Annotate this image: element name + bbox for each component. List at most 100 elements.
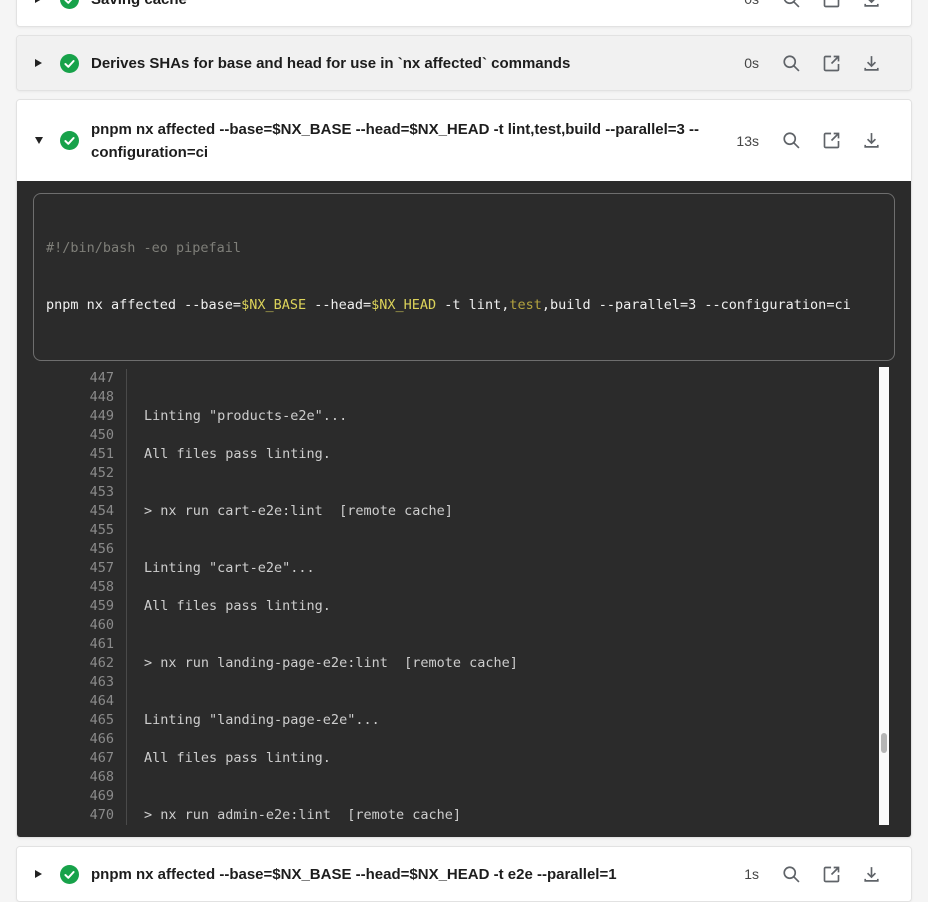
log-line: 468 xyxy=(33,768,895,787)
command-line: pnpm nx affected --base=$NX_BASE --head=… xyxy=(46,296,882,315)
log-line-number: 469 xyxy=(33,787,114,806)
log-line: 462 > nx run landing-page-e2e:lint [remot… xyxy=(33,654,895,673)
search-icon[interactable] xyxy=(771,123,811,159)
log-line-number: 467 xyxy=(33,749,114,768)
log-line-text xyxy=(126,635,144,654)
log-line: 469 xyxy=(33,787,895,806)
step-header-derive-shas[interactable]: Derives SHAs for base and head for use i… xyxy=(17,36,911,90)
log-line: 458 xyxy=(33,578,895,597)
log-line-number: 456 xyxy=(33,540,114,559)
log-line-number: 447 xyxy=(33,369,114,388)
log-scrollbar-thumb[interactable] xyxy=(881,733,887,753)
external-link-icon[interactable] xyxy=(811,123,851,159)
log-line-number: 462 xyxy=(33,654,114,673)
search-icon[interactable] xyxy=(771,856,811,892)
external-link-icon[interactable] xyxy=(811,0,851,17)
chevron-right-icon[interactable] xyxy=(35,59,47,67)
log-line-number: 454 xyxy=(33,502,114,521)
log-line-text xyxy=(126,369,144,388)
command-box: #!/bin/bash -eo pipefail pnpm nx affecte… xyxy=(33,193,895,361)
download-icon[interactable] xyxy=(851,123,891,159)
log-line-number: 466 xyxy=(33,730,114,749)
log-line: 459 All files pass linting. xyxy=(33,597,895,616)
step-card-derive-shas: Derives SHAs for base and head for use i… xyxy=(16,35,912,91)
check-circle-icon xyxy=(60,865,79,884)
log-line-number: 449 xyxy=(33,407,114,426)
step-title: pnpm nx affected --base=$NX_BASE --head=… xyxy=(91,863,725,886)
log-line-text xyxy=(126,521,144,540)
log-line-number: 448 xyxy=(33,388,114,407)
log-line: 465 Linting "landing-page-e2e"... xyxy=(33,711,895,730)
log-line: 464 xyxy=(33,692,895,711)
log-line: 450 xyxy=(33,426,895,445)
step-duration: 1s xyxy=(725,866,759,882)
shebang-line: #!/bin/bash -eo pipefail xyxy=(46,239,882,258)
step-header-saving-cache[interactable]: Saving cache 0s xyxy=(17,0,911,26)
log-line: 449 Linting "products-e2e"... xyxy=(33,407,895,426)
search-icon[interactable] xyxy=(771,45,811,81)
log-line-text xyxy=(126,388,144,407)
log-line-number: 465 xyxy=(33,711,114,730)
log-line-text: Linting "products-e2e"... xyxy=(126,407,347,426)
log-line: 454> nx run cart-e2e:lint [remote cache] xyxy=(33,502,895,521)
log-scrollbar-track[interactable] xyxy=(879,367,889,825)
log-line: 451 All files pass linting. xyxy=(33,445,895,464)
log-line-text: All files pass linting. xyxy=(126,445,331,464)
chevron-right-icon[interactable] xyxy=(35,0,47,3)
command-token: ,build --parallel=3 --configuration=ci xyxy=(542,297,851,313)
log-line: 463 xyxy=(33,673,895,692)
check-circle-icon xyxy=(60,54,79,73)
log-line-text xyxy=(126,730,144,749)
step-header-nx-affected-lint-test-build[interactable]: pnpm nx affected --base=$NX_BASE --head=… xyxy=(17,100,911,181)
log-line-text xyxy=(126,426,144,445)
command-token: -t lint, xyxy=(436,297,509,313)
terminal-output-panel: #!/bin/bash -eo pipefail pnpm nx affecte… xyxy=(17,181,911,837)
step-title: pnpm nx affected --base=$NX_BASE --head=… xyxy=(91,118,725,164)
log-line-text xyxy=(126,483,144,502)
download-icon[interactable] xyxy=(851,856,891,892)
command-token: --head= xyxy=(306,297,371,313)
log-line-text xyxy=(126,673,144,692)
log-line: 467 All files pass linting. xyxy=(33,749,895,768)
log-line-text xyxy=(126,692,144,711)
download-icon[interactable] xyxy=(851,0,891,17)
log-line-text: All files pass linting. xyxy=(126,749,331,768)
log-line-number: 460 xyxy=(33,616,114,635)
log-line-number: 470 xyxy=(33,806,114,825)
step-card-nx-affected-lint-test-build: pnpm nx affected --base=$NX_BASE --head=… xyxy=(16,99,912,838)
log-line-number: 451 xyxy=(33,445,114,464)
log-line: 466 xyxy=(33,730,895,749)
log-line-text xyxy=(126,464,144,483)
log-line-number: 463 xyxy=(33,673,114,692)
log-line: 461 xyxy=(33,635,895,654)
log-line-number: 468 xyxy=(33,768,114,787)
log-line: 457Linting "cart-e2e"... xyxy=(33,559,895,578)
log-line-text: Linting "landing-page-e2e"... xyxy=(126,711,380,730)
log-line-text xyxy=(126,616,144,635)
chevron-down-icon[interactable] xyxy=(35,137,47,144)
log-line-text: All files pass linting. xyxy=(126,597,331,616)
log-line-text: > nx run landing-page-e2e:lint [remote c… xyxy=(126,654,518,673)
log-line: 447 xyxy=(33,369,895,388)
log-line: 455 xyxy=(33,521,895,540)
log-line-text xyxy=(126,787,144,806)
log-line: 448 xyxy=(33,388,895,407)
command-token: test xyxy=(509,297,542,313)
log-line-number: 450 xyxy=(33,426,114,445)
command-token: $NX_BASE xyxy=(241,297,306,313)
log-line: 453 xyxy=(33,483,895,502)
log-line-number: 457 xyxy=(33,559,114,578)
log-line-number: 464 xyxy=(33,692,114,711)
download-icon[interactable] xyxy=(851,45,891,81)
step-header-nx-affected-e2e[interactable]: pnpm nx affected --base=$NX_BASE --head=… xyxy=(17,847,911,901)
log-line-number: 459 xyxy=(33,597,114,616)
log-line-number: 461 xyxy=(33,635,114,654)
external-link-icon[interactable] xyxy=(811,45,851,81)
step-duration: 13s xyxy=(725,133,759,149)
chevron-right-icon[interactable] xyxy=(35,870,47,878)
check-circle-icon xyxy=(60,131,79,150)
external-link-icon[interactable] xyxy=(811,856,851,892)
search-icon[interactable] xyxy=(771,0,811,17)
log-line-number: 453 xyxy=(33,483,114,502)
check-circle-icon xyxy=(60,0,79,9)
